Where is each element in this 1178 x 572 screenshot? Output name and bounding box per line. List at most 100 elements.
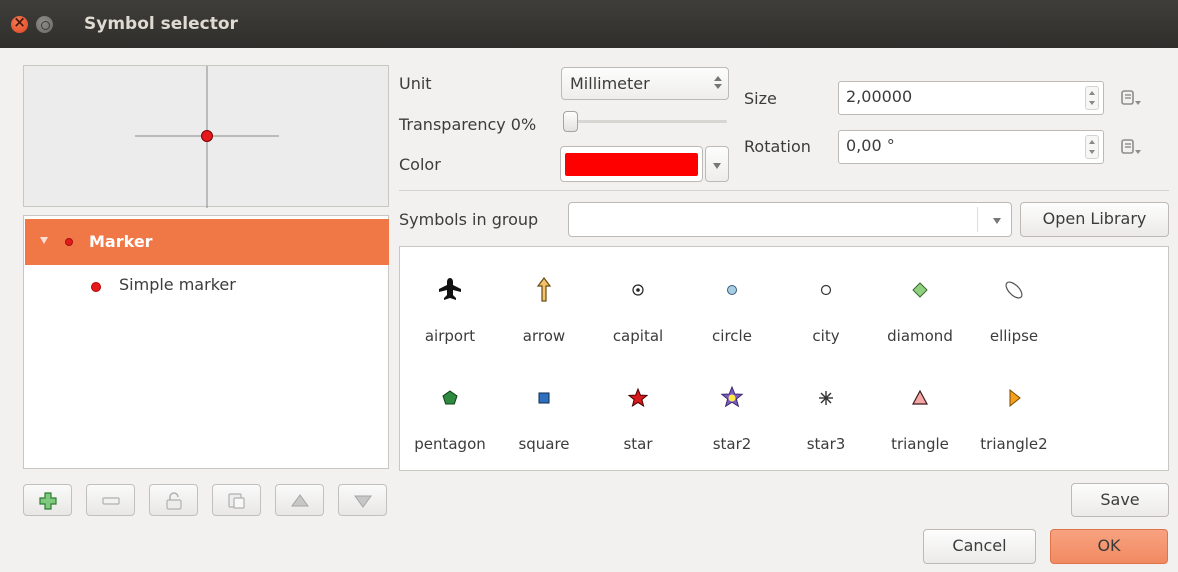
unit-value: Millimeter	[570, 74, 650, 93]
open-library-button[interactable]: Open Library	[1020, 202, 1169, 237]
size-value: 2,00000	[846, 87, 913, 106]
symbol-label: airport	[424, 327, 476, 345]
pentagon-icon	[442, 390, 458, 405]
symbol-label: star3	[806, 435, 846, 453]
symbol-item[interactable]: pentagon	[406, 355, 494, 453]
arrow-icon	[536, 277, 552, 302]
tree-item-marker[interactable]: Marker	[25, 219, 389, 265]
lock-icon	[166, 492, 182, 510]
symbol-label: ellipse	[989, 327, 1039, 345]
symbol-item[interactable]: city	[782, 247, 870, 345]
transparency-slider-handle[interactable]	[563, 111, 578, 132]
data-defined-override-icon[interactable]	[1120, 137, 1142, 157]
symbol-label: diamond	[887, 327, 953, 345]
star2-icon	[720, 385, 744, 408]
symbol-layer-tree[interactable]: Marker Simple marker	[23, 215, 389, 469]
save-label: Save	[1100, 490, 1140, 509]
symbol-item[interactable]: triangle	[876, 355, 964, 453]
add-icon	[39, 492, 57, 510]
minimize-window-button[interactable]	[36, 16, 53, 33]
symbol-item[interactable]: star3	[782, 355, 870, 453]
color-button[interactable]	[560, 146, 703, 182]
symbol-item[interactable]: circle	[688, 247, 776, 345]
separator	[399, 190, 1169, 191]
symbol-preview	[23, 65, 389, 208]
symbol-group-select[interactable]	[568, 202, 1012, 237]
symbol-label: triangle	[891, 435, 949, 453]
rotation-spinner[interactable]	[1085, 135, 1099, 159]
cancel-label: Cancel	[952, 536, 1007, 555]
rotation-label: Rotation	[744, 137, 811, 156]
move-up-button[interactable]	[275, 484, 324, 516]
ok-button[interactable]: OK	[1050, 529, 1168, 564]
close-window-button[interactable]	[11, 13, 28, 33]
diamond-icon	[912, 282, 928, 298]
title-bar: Symbol selector	[0, 0, 1178, 48]
symbol-item[interactable]: square	[500, 355, 588, 453]
symbol-item[interactable]: diamond	[876, 247, 964, 345]
size-label: Size	[744, 89, 777, 108]
tree-item-simple-marker-label: Simple marker	[119, 275, 236, 294]
star-icon	[627, 387, 649, 408]
unit-select[interactable]: Millimeter	[561, 67, 729, 100]
expand-arrow-icon[interactable]	[40, 237, 48, 244]
tree-item-simple-marker[interactable]: Simple marker	[25, 273, 389, 303]
transparency-slider-track[interactable]	[570, 120, 727, 123]
remove-icon	[102, 497, 120, 505]
remove-layer-button[interactable]	[86, 484, 135, 516]
tree-item-marker-label: Marker	[89, 232, 153, 251]
symbols-in-group-label: Symbols in group	[399, 210, 539, 229]
airport-icon	[439, 278, 461, 300]
color-swatch	[565, 153, 698, 176]
symbol-item[interactable]: capital	[594, 247, 682, 345]
unit-label: Unit	[399, 74, 432, 93]
save-button[interactable]: Save	[1071, 483, 1169, 517]
size-spinner[interactable]	[1085, 86, 1099, 110]
star3-icon	[819, 391, 833, 405]
rotation-input[interactable]: 0,00 °	[838, 130, 1104, 164]
data-defined-override-icon[interactable]	[1120, 88, 1142, 108]
symbol-label: capital	[612, 327, 664, 345]
window-title: Symbol selector	[84, 14, 238, 34]
city-icon	[820, 284, 832, 296]
duplicate-layer-button[interactable]	[212, 484, 261, 516]
symbol-label: square	[518, 435, 570, 453]
color-menu-button[interactable]	[705, 146, 729, 182]
symbol-label: circle	[712, 327, 752, 345]
move-down-button[interactable]	[338, 484, 387, 516]
lock-layer-button[interactable]	[149, 484, 198, 516]
symbol-item[interactable]: star2	[688, 355, 776, 453]
triangle-icon	[911, 389, 929, 405]
symbol-label: pentagon	[414, 435, 486, 453]
symbol-item[interactable]: arrow	[500, 247, 588, 345]
symbol-item[interactable]: ellipse	[970, 247, 1058, 345]
symbol-item[interactable]: airport	[406, 247, 494, 345]
down-arrow-icon	[354, 495, 372, 508]
symbol-label: star	[623, 435, 653, 453]
rotation-value: 0,00 °	[846, 136, 895, 155]
symbol-label: arrow	[522, 327, 566, 345]
chevron-down-icon	[713, 163, 721, 169]
ellipse-icon	[1005, 281, 1023, 299]
symbol-label: city	[812, 327, 840, 345]
size-input[interactable]: 2,00000	[838, 81, 1104, 115]
capital-icon	[632, 284, 644, 296]
marker-dot-icon	[65, 238, 73, 246]
circle-icon	[727, 285, 737, 295]
simple-marker-dot-icon	[91, 282, 101, 292]
ok-label: OK	[1097, 536, 1121, 555]
open-library-label: Open Library	[1042, 209, 1147, 228]
up-arrow-icon	[291, 494, 309, 507]
symbol-label: star2	[712, 435, 752, 453]
chevron-down-icon	[993, 218, 1001, 224]
add-layer-button[interactable]	[23, 484, 72, 516]
symbol-item[interactable]: star	[594, 355, 682, 453]
duplicate-icon	[228, 493, 245, 509]
triangle2-icon	[1009, 388, 1021, 408]
cancel-button[interactable]: Cancel	[923, 529, 1036, 564]
transparency-label: Transparency 0%	[399, 115, 537, 134]
combo-divider	[977, 207, 978, 232]
select-arrows-icon	[714, 75, 722, 91]
symbol-item[interactable]: triangle2	[970, 355, 1058, 453]
symbol-list[interactable]: airport arrow capital circle city diamon…	[399, 246, 1169, 471]
